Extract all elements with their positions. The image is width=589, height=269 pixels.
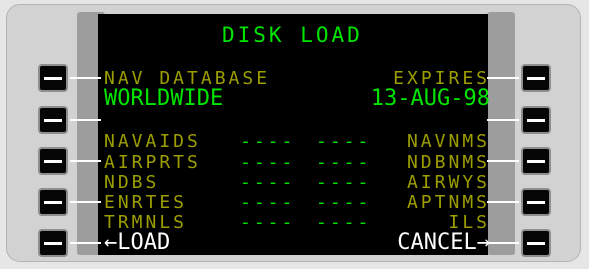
row-right-dashes: ---- xyxy=(316,192,372,213)
row-right-dashes: ---- xyxy=(316,172,372,193)
left-line-select-key-4[interactable] xyxy=(38,188,68,216)
row-right-label: NAVNMS xyxy=(406,131,490,152)
left-line-select-key-3[interactable] xyxy=(38,147,68,175)
right-line-select-key-5[interactable] xyxy=(521,229,551,257)
row-left-dashes: ---- xyxy=(240,131,296,152)
left-line-select-key-1[interactable] xyxy=(38,64,68,92)
row-left-dashes: ---- xyxy=(240,192,296,213)
page-title: DISK LOAD xyxy=(222,23,363,47)
left-line-select-key-2[interactable] xyxy=(38,106,68,134)
left-line-select-key-5[interactable] xyxy=(38,229,68,257)
right-key-tick-1 xyxy=(487,77,519,79)
load-prompt: ←LOAD xyxy=(104,230,171,255)
right-key-tick-3 xyxy=(487,160,519,162)
expires-value: 13-AUG-98 xyxy=(370,86,490,111)
row-right-label: NDBNMS xyxy=(406,152,490,173)
row-left-dashes: ---- xyxy=(240,152,296,173)
row-right-dashes: ---- xyxy=(316,212,372,233)
right-key-tick-4 xyxy=(487,201,519,203)
right-line-select-key-1[interactable] xyxy=(521,64,551,92)
left-key-tick-2 xyxy=(70,119,101,121)
left-key-tick-3 xyxy=(70,160,101,162)
left-key-tick-1 xyxy=(70,77,101,79)
left-key-tick-4 xyxy=(70,201,101,203)
row-left-label: NAVAIDS xyxy=(104,131,201,152)
right-key-tick-2 xyxy=(487,119,519,121)
row-right-dashes: ---- xyxy=(316,152,372,173)
left-key-tick-5 xyxy=(70,242,101,244)
row-left-label: NDBS xyxy=(104,172,160,193)
right-line-select-key-2[interactable] xyxy=(521,106,551,134)
nav-database-value: WORLDWIDE xyxy=(104,86,224,111)
row-right-dashes: ---- xyxy=(316,131,372,152)
row-right-label: APTNMS xyxy=(406,192,490,213)
right-line-select-key-3[interactable] xyxy=(521,147,551,175)
row-right-label: AIRWYS xyxy=(406,172,490,193)
right-line-select-key-4[interactable] xyxy=(521,188,551,216)
row-left-label: AIRPRTS xyxy=(104,152,201,173)
cancel-prompt: CANCEL→ xyxy=(397,230,490,255)
right-key-tick-5 xyxy=(487,242,519,244)
row-left-dashes: ---- xyxy=(240,172,296,193)
row-left-label: ENRTES xyxy=(104,192,188,213)
row-left-dashes: ---- xyxy=(240,212,296,233)
right-key-rail xyxy=(487,12,515,255)
